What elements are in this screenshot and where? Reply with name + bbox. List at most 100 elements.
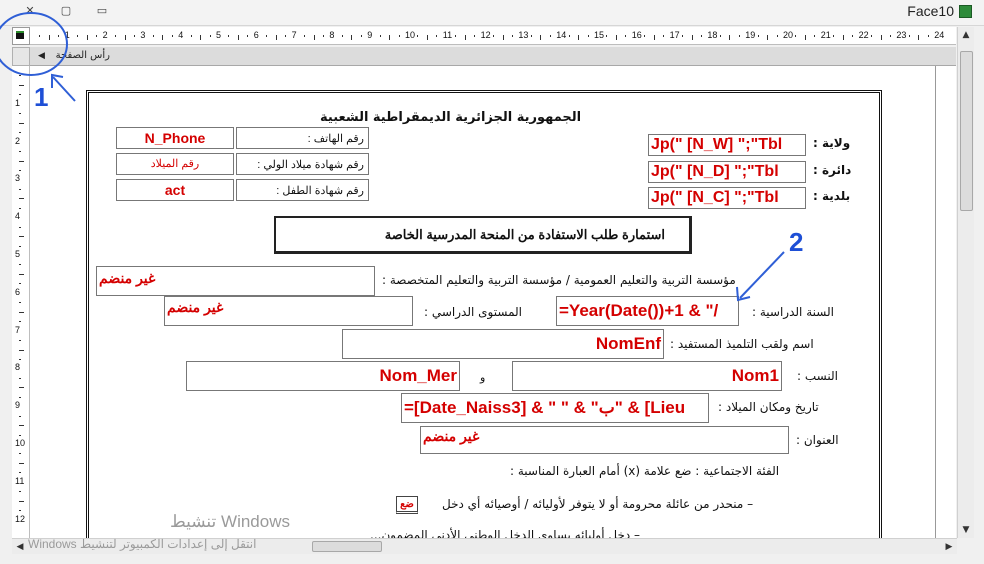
ruler-tick xyxy=(19,122,24,124)
father-name-field[interactable]: Nom1 xyxy=(512,361,782,391)
minimize-icon[interactable]: ▭ xyxy=(94,4,110,18)
restore-icon[interactable]: ▢ xyxy=(58,4,74,18)
address-field[interactable]: غير منضم xyxy=(420,426,789,454)
ruler-tick xyxy=(700,35,702,37)
ruler-tick xyxy=(436,35,438,37)
year-field[interactable]: =Year(Date())+1 & "/ xyxy=(556,296,739,326)
act-field[interactable]: act xyxy=(116,179,234,201)
ruler-tick xyxy=(19,462,24,464)
ruler-tick xyxy=(880,35,882,40)
ruler-tick xyxy=(908,35,910,37)
horizontal-scroll-thumb[interactable] xyxy=(312,541,382,552)
ruler-tick xyxy=(133,35,135,37)
ruler-number: 16 xyxy=(631,30,642,40)
wilaya-field[interactable]: Jp(" [N_W] ";"Tbl xyxy=(648,134,806,156)
ruler-number: 3 xyxy=(140,30,146,40)
ruler-number: 14 xyxy=(556,30,567,40)
activation-text: انتقل إلى إعدادات الكمبيوتر لتنشيط Windo… xyxy=(28,537,257,551)
vertical-ruler[interactable]: 1 2 3 4 5 6 7 8 9 10 11 12 xyxy=(12,66,30,538)
ruler-tick xyxy=(549,35,551,37)
ruler-number: 1 xyxy=(15,97,21,108)
form-icon xyxy=(959,5,972,18)
ruler-tick xyxy=(19,425,24,427)
level-field[interactable]: غير منضم xyxy=(164,296,413,326)
ruler-tick xyxy=(682,35,684,37)
option1-checkbox[interactable]: ضع xyxy=(396,496,418,514)
ruler-tick xyxy=(833,35,835,37)
ruler-tick xyxy=(322,35,324,37)
ruler-tick xyxy=(19,169,21,171)
ruler-number: 10 xyxy=(405,30,416,40)
ruler-number: 11 xyxy=(442,30,453,40)
section-selector[interactable] xyxy=(12,47,30,66)
ruler-number: 23 xyxy=(896,30,907,40)
ruler-tick xyxy=(729,35,731,40)
horizontal-ruler[interactable]: 1 2 3 4 5 6 7 8 9 10 11 12 13 14 15 16 17 18 19 20 21 22 23 24 xyxy=(30,27,956,45)
ruler-number: 12 xyxy=(480,30,491,40)
ruler-tick xyxy=(19,377,21,379)
ruler-number: 8 xyxy=(329,30,335,40)
vertical-scroll-thumb[interactable] xyxy=(960,51,973,211)
ruler-tick xyxy=(39,35,41,37)
birth-label: تاريخ ومكان الميلاد : xyxy=(718,400,819,414)
ruler-tick xyxy=(228,35,230,37)
scroll-left-icon[interactable]: ◀ xyxy=(14,541,26,553)
ruler-tick xyxy=(360,35,362,37)
form-title-box: استمارة طلب الاستفادة من المنحة المدرسية… xyxy=(274,216,692,254)
ruler-tick xyxy=(313,35,315,40)
option2-text: – دخل أوليائه يساوي الدخل الوطني الأدنى … xyxy=(370,528,641,538)
commune-label: بلدية : xyxy=(813,189,851,203)
ruler-tick xyxy=(379,35,381,37)
ruler-tick xyxy=(852,35,854,37)
ruler-tick xyxy=(19,84,24,86)
ruler-tick xyxy=(19,113,21,115)
scroll-up-icon[interactable]: ▲ xyxy=(960,29,972,41)
ruler-tick xyxy=(540,35,542,40)
ruler-number: 5 xyxy=(15,249,21,259)
commune-field[interactable]: Jp(" [N_C] ";"Tbl xyxy=(648,187,806,209)
child-cert-label: رقم شهادة الطفل : xyxy=(276,185,364,197)
ruler-tick xyxy=(814,35,816,37)
ruler-tick xyxy=(767,35,769,40)
ruler-tick xyxy=(19,321,21,323)
ruler-tick xyxy=(86,35,88,40)
ruler-number: 3 xyxy=(15,173,21,184)
ruler-tick xyxy=(96,35,98,37)
ruler-tick xyxy=(341,35,343,37)
ruler-tick xyxy=(19,226,21,228)
ruler-number: 15 xyxy=(594,30,605,40)
ruler-tick xyxy=(19,472,21,474)
ruler-number: 17 xyxy=(669,30,680,40)
ruler-tick xyxy=(19,264,21,266)
scroll-down-icon[interactable]: ▼ xyxy=(960,524,972,536)
republic-title: الجمهورية الجزائرية الديمقراطية الشعبية xyxy=(320,110,582,125)
student-field[interactable]: NomEnf xyxy=(342,329,664,359)
ruler-tick xyxy=(19,500,24,502)
ruler-tick xyxy=(795,35,797,37)
ruler-number: 21 xyxy=(820,30,831,40)
ruler-tick xyxy=(502,35,504,40)
form-selector[interactable] xyxy=(12,27,30,45)
ruler-tick xyxy=(19,358,21,360)
page-header-section-bar[interactable]: ◀ رأس الصفحة xyxy=(30,47,956,66)
design-canvas[interactable]: الجمهورية الجزائرية الديمقراطية الشعبية … xyxy=(30,66,956,538)
ruler-number: 12 xyxy=(15,513,26,524)
ruler-tick xyxy=(663,35,665,37)
mother-name-field[interactable]: Nom_Mer xyxy=(186,361,460,391)
ruler-number: 20 xyxy=(783,30,794,40)
ruler-number: 13 xyxy=(518,30,529,40)
close-icon[interactable]: ✕ xyxy=(22,4,38,18)
ruler-tick xyxy=(247,35,249,37)
birth-field[interactable]: =[Date_Naiss3] & " " & "ب" & [Lieu xyxy=(401,393,709,423)
child-label-box: رقم شهادة الطفل : xyxy=(236,179,369,201)
birth-cert-field[interactable]: رقم الميلاد xyxy=(116,153,234,175)
ruler-tick xyxy=(19,340,21,342)
institution-field[interactable]: غير منضم xyxy=(96,266,375,296)
daira-label: دائرة : xyxy=(813,163,852,177)
annotation-number-1: 1 xyxy=(34,82,49,112)
ruler-tick xyxy=(19,491,21,493)
phone-field[interactable]: N_Phone xyxy=(116,127,234,149)
scroll-right-icon[interactable]: ▶ xyxy=(943,541,955,553)
vertical-scrollbar[interactable]: ▲ ▼ xyxy=(957,27,974,538)
daira-field[interactable]: Jp(" [N_D] ";"Tbl xyxy=(648,161,806,183)
